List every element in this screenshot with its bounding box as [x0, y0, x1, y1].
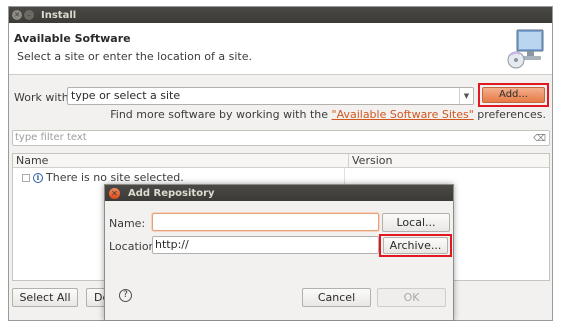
page-title: Available Software: [14, 32, 131, 45]
archive-button-highlight: Archive...: [379, 234, 452, 257]
clear-filter-icon[interactable]: ⌫: [533, 132, 546, 146]
dialog-close-icon[interactable]: ✕: [109, 187, 120, 199]
name-field[interactable]: [152, 213, 379, 231]
filter-input[interactable]: type filter text ⌫: [12, 130, 550, 146]
install-wizard-monitor-icon: [507, 29, 544, 69]
find-more-prefix: Find more software by working with the: [110, 108, 332, 121]
find-more-suffix: preferences.: [473, 108, 546, 121]
dialog-titlebar: ✕ Add Repository: [105, 185, 453, 201]
row-name: There is no site selected.: [46, 171, 184, 184]
add-repository-dialog: ✕ Add Repository Name: Local... Location…: [104, 184, 454, 321]
cancel-button[interactable]: Cancel: [302, 288, 371, 307]
add-button[interactable]: Add...: [482, 87, 545, 103]
column-header-version[interactable]: Version: [348, 154, 392, 167]
local-button[interactable]: Local...: [382, 213, 450, 232]
close-icon[interactable]: ✕: [12, 10, 22, 20]
chevron-down-icon[interactable]: ▼: [459, 88, 473, 104]
window-title: Install: [41, 9, 77, 21]
name-label: Name:: [109, 217, 146, 230]
info-icon: i: [33, 172, 43, 183]
column-header-name[interactable]: Name: [16, 154, 48, 167]
select-all-button[interactable]: Select All: [12, 288, 78, 307]
site-combo[interactable]: type or select a site ▼: [67, 87, 474, 105]
dialog-title: Add Repository: [128, 187, 215, 199]
ok-button[interactable]: OK: [377, 288, 446, 307]
work-with-label: Work with:: [14, 91, 73, 104]
window-titlebar: ✕ – Install: [9, 7, 552, 23]
minimize-icon[interactable]: –: [24, 10, 34, 20]
site-combo-value: type or select a site: [71, 89, 181, 102]
archive-button[interactable]: Archive...: [383, 237, 448, 254]
add-button-highlight: Add...: [478, 83, 549, 107]
filter-placeholder: type filter text: [15, 132, 87, 143]
row-checkbox[interactable]: [22, 173, 30, 182]
wizard-header: Available Software Select a site or ente…: [9, 23, 552, 75]
available-software-sites-link[interactable]: "Available Software Sites": [332, 108, 474, 121]
help-icon[interactable]: ?: [119, 289, 132, 302]
table-header: Name Version: [13, 154, 549, 168]
location-field[interactable]: http://: [152, 236, 379, 254]
find-more-text: Find more software by working with the "…: [110, 108, 546, 121]
table-row[interactable]: i There is no site selected.: [22, 171, 184, 184]
page-description: Select a site or enter the location of a…: [17, 50, 253, 63]
